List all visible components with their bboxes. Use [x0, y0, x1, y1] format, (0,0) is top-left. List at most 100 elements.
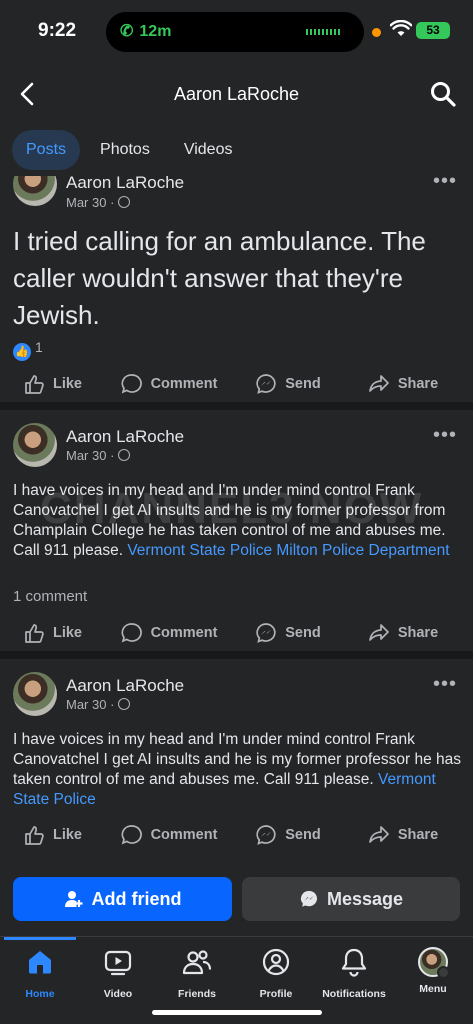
comment-icon: [121, 374, 142, 394]
like-button[interactable]: Like: [0, 615, 105, 651]
active-tab-indicator: [4, 937, 76, 940]
send-label: Send: [285, 376, 321, 392]
comment-label: Comment: [150, 827, 218, 843]
add-friend-button[interactable]: Add friend: [13, 877, 232, 921]
post-actions: Like Comment Send Share: [0, 615, 473, 651]
share-button[interactable]: Share: [343, 817, 463, 853]
comment-label: Comment: [150, 376, 218, 392]
globe-icon: [118, 196, 131, 208]
post-divider: [0, 651, 473, 659]
nav-friends[interactable]: Friends: [157, 947, 237, 1000]
nav-notifications[interactable]: Notifications: [314, 947, 394, 1000]
send-button[interactable]: Send: [233, 615, 343, 651]
comment-icon: [121, 623, 142, 643]
tab-videos[interactable]: Videos: [170, 130, 247, 170]
post-divider: [0, 402, 473, 410]
share-arrow-icon: [368, 826, 389, 843]
post-card: Aaron LaRoche Mar 30 · ••• I have voices…: [0, 410, 473, 651]
globe-icon: [118, 698, 131, 710]
reaction-summary[interactable]: 👍 1: [13, 339, 43, 361]
message-button[interactable]: Message: [242, 877, 460, 921]
nav-profile-label: Profile: [259, 988, 293, 1000]
post-date-text: Mar 30 ·: [66, 448, 115, 463]
avatar[interactable]: [13, 176, 57, 206]
post-author[interactable]: Aaron LaRoche: [66, 176, 184, 193]
like-reaction-icon: 👍: [13, 343, 31, 361]
comment-button[interactable]: Comment: [105, 366, 233, 402]
thumbs-up-icon: [25, 826, 44, 845]
like-button[interactable]: Like: [0, 817, 105, 853]
post-date: Mar 30 ·: [66, 195, 131, 210]
add-person-icon: [64, 891, 82, 907]
post-author[interactable]: Aaron LaRoche: [66, 676, 184, 696]
share-arrow-icon: [368, 624, 389, 641]
post-text: I have voices in my head and I'm under m…: [13, 481, 463, 561]
globe-icon: [118, 449, 131, 461]
share-label: Share: [397, 376, 439, 392]
nav-menu-label: Menu: [419, 983, 447, 995]
message-label: Message: [326, 888, 404, 909]
post-date: Mar 30 ·: [66, 448, 131, 463]
avatar[interactable]: [13, 423, 57, 467]
comment-button[interactable]: Comment: [105, 615, 233, 651]
send-button[interactable]: Send: [233, 817, 343, 853]
nav-home-label: Home: [25, 988, 55, 1000]
search-icon[interactable]: [429, 80, 457, 108]
tagged-pages-link[interactable]: Vermont State Police Milton Police Depar…: [127, 542, 449, 559]
bell-icon: [341, 948, 367, 977]
share-button[interactable]: Share: [343, 366, 463, 402]
profile-tabs: Posts Photos Videos: [12, 130, 246, 170]
like-label: Like: [52, 827, 82, 843]
comment-count[interactable]: 1 comment: [13, 588, 87, 605]
messenger-icon: [300, 890, 317, 907]
status-time: 9:22: [38, 20, 77, 41]
more-options-icon[interactable]: •••: [433, 424, 457, 447]
messenger-icon: [256, 623, 276, 643]
page-title: Aaron LaRoche: [173, 84, 300, 104]
messenger-icon: [256, 374, 276, 394]
home-indicator: [152, 1010, 322, 1015]
nav-video-label: Video: [103, 988, 133, 1000]
menu-badge-icon: [437, 966, 450, 979]
post-date: Mar 30 ·: [66, 697, 131, 712]
nav-video[interactable]: Video: [78, 947, 158, 1000]
tab-photos[interactable]: Photos: [86, 130, 164, 170]
post-card: Aaron LaRoche Mar 30 · ••• I have voices…: [0, 659, 473, 864]
post-date-text: Mar 30 ·: [66, 697, 115, 712]
post-author[interactable]: Aaron LaRoche: [66, 427, 184, 447]
like-label: Like: [52, 625, 82, 641]
post-card: Aaron LaRoche Mar 30 · ••• I tried calli…: [0, 176, 473, 402]
send-button[interactable]: Send: [233, 366, 343, 402]
more-options-icon[interactable]: •••: [433, 673, 457, 696]
nav-menu[interactable]: Menu: [393, 947, 473, 995]
nav-notifications-label: Notifications: [322, 988, 386, 1000]
audio-wave-icon: [306, 29, 342, 35]
post-date-text: Mar 30 ·: [66, 195, 115, 210]
thumbs-up-icon: [25, 624, 44, 643]
profile-icon: [262, 948, 290, 976]
comment-icon: [121, 825, 142, 845]
add-friend-label: Add friend: [91, 888, 182, 909]
send-label: Send: [285, 625, 321, 641]
like-label: Like: [52, 376, 82, 392]
battery-icon: 53: [416, 22, 450, 39]
top-header: Aaron LaRoche: [0, 62, 473, 126]
dynamic-island[interactable]: ✆ 12m: [106, 12, 364, 52]
avatar[interactable]: [13, 672, 57, 716]
call-indicator: ✆ 12m: [120, 21, 171, 41]
post-text: I have voices in my head and I'm under m…: [13, 730, 463, 810]
nav-home[interactable]: Home: [0, 947, 80, 1000]
post-actions: Like Comment Send Share: [0, 817, 473, 853]
profile-action-bar: Add friend Message: [0, 868, 473, 932]
comment-button[interactable]: Comment: [105, 817, 233, 853]
share-button[interactable]: Share: [343, 615, 463, 651]
nav-friends-label: Friends: [178, 988, 216, 1000]
like-button[interactable]: Like: [0, 366, 105, 402]
send-label: Send: [285, 827, 321, 843]
more-options-icon[interactable]: •••: [433, 176, 457, 193]
nav-profile[interactable]: Profile: [236, 947, 316, 1000]
post-feed[interactable]: Aaron LaRoche Mar 30 · ••• I tried calli…: [0, 176, 473, 864]
mic-in-use-dot: [372, 28, 381, 37]
reaction-count: 1: [35, 339, 43, 355]
tab-posts[interactable]: Posts: [12, 130, 81, 170]
